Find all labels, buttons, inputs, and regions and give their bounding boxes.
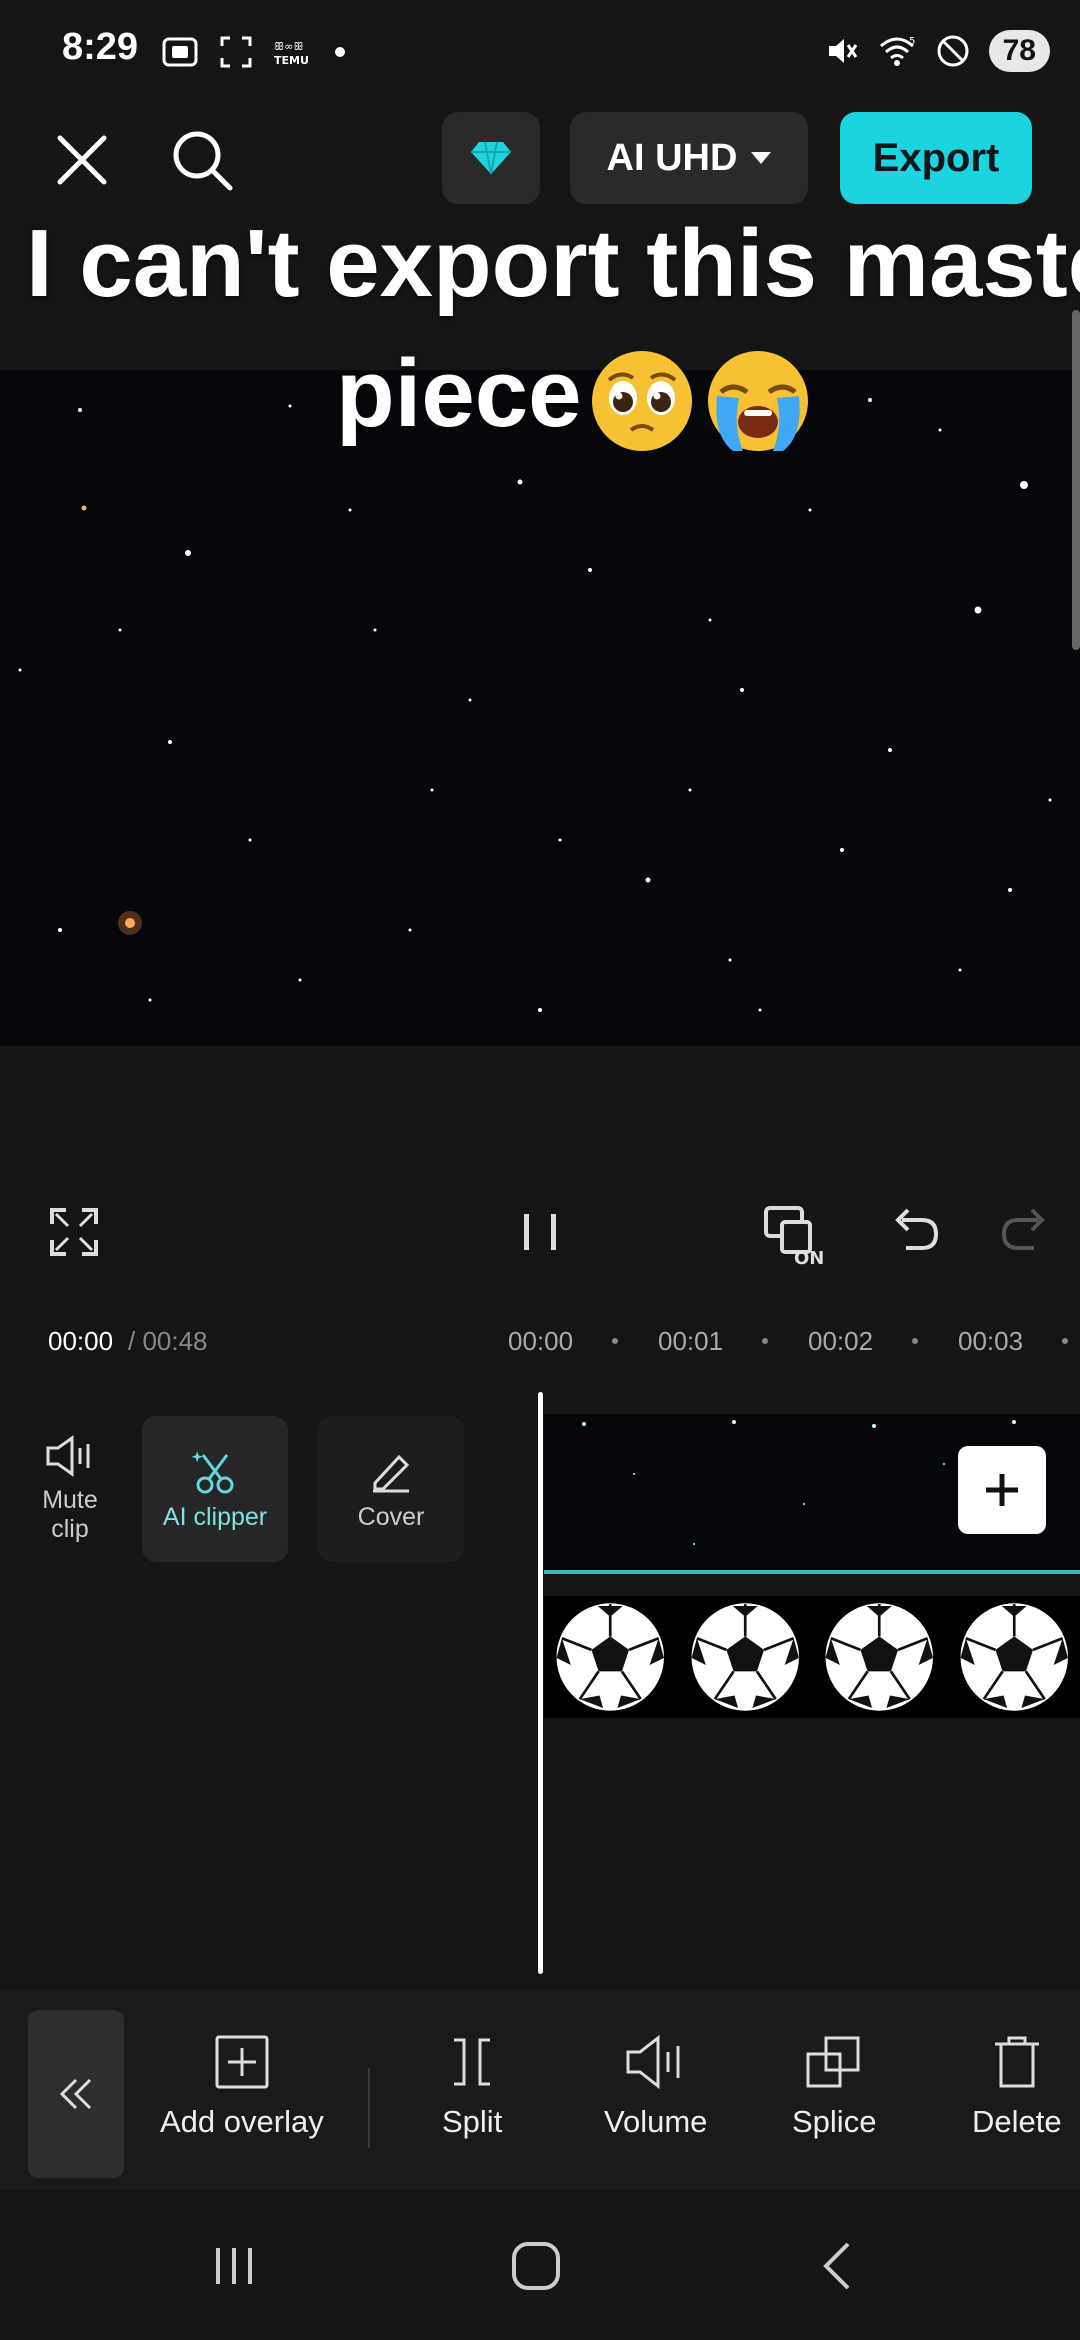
redo-icon [1001,1208,1045,1250]
search-button[interactable] [168,126,236,194]
delete-button[interactable]: Delete [972,2034,1062,2140]
add-overlay-icon [215,2035,269,2089]
caption-line-2: piece [336,326,813,462]
status-right-icons: 5 78 [823,30,1050,72]
mute-icon [828,39,857,63]
system-nav-bar [0,2190,1080,2340]
auto-reframe-button[interactable]: ON [760,1202,834,1269]
split-label: Split [442,2104,503,2139]
pause-icon [524,1214,556,1250]
ruler-tick: 00:03 [958,1326,1024,1356]
splice-label: Splice [792,2104,877,2139]
cover-button[interactable]: Cover [318,1416,464,1562]
total-time: / 00:48 [128,1326,208,1356]
soccer-ball-icon [960,1603,1068,1711]
volume-icon [626,2034,680,2090]
volume-button[interactable]: Volume [604,2034,707,2140]
delete-icon [994,2036,1039,2088]
toolbar-divider [368,2068,370,2148]
plus-icon [986,1474,1018,1506]
split-icon [454,2038,491,2086]
undo-button[interactable] [886,1202,946,1262]
wifi-icon: 5 [879,36,915,66]
cover-label: Cover [357,1502,425,1531]
overlay-clip-track[interactable] [544,1596,1080,1718]
notification-dot-icon [335,47,345,57]
status-time: 8:29 [62,26,139,68]
ai-clipper-label: AI clipper [162,1502,268,1531]
ruler-dot [762,1338,768,1344]
quality-label: AI UHD [606,136,738,179]
do-not-disturb-icon [937,35,969,67]
pause-button[interactable] [510,1202,570,1262]
ruler-dot [612,1338,618,1344]
ruler-tick: 00:01 [658,1326,724,1356]
playback-controls: ON [0,1180,1080,1290]
back-button[interactable] [808,2236,868,2296]
battery-icon: 78 [988,30,1050,72]
temu-notification-icon: ꕥ∞ꕥTEMU [274,40,309,67]
splice-icon [806,2036,860,2088]
home-icon [512,2242,560,2290]
starfield [18,398,1052,1012]
add-clip-button[interactable] [958,1446,1046,1534]
delete-label: Delete [972,2104,1062,2139]
redo-button[interactable] [994,1202,1054,1262]
soccer-ball-icon [825,1603,933,1711]
fullscreen-icon [50,1208,98,1256]
playhead[interactable] [538,1392,543,1974]
mute-clip-button[interactable]: Mute clip [20,1416,120,1562]
collapse-button[interactable] [28,2010,124,2178]
quality-dropdown[interactable]: AI UHD [570,112,808,204]
svg-text:5: 5 [909,36,915,47]
ai-clipper-icon [191,1450,234,1493]
screen-record-icon [162,37,198,67]
recent-apps-icon [216,2248,252,2284]
caption-line-1: I can't export this maste [26,210,1080,317]
ruler-dot [912,1338,918,1344]
ai-clipper-button[interactable]: AI clipper [142,1416,288,1562]
splice-button[interactable]: Splice [792,2034,876,2140]
svg-text:ON: ON [794,1248,824,1266]
video-preview[interactable] [0,370,1080,1046]
undo-icon [895,1208,939,1250]
volume-label: Volume [604,2104,708,2139]
scrollbar[interactable] [1072,310,1080,650]
ruler-tick: 00:00 [508,1326,574,1356]
close-button[interactable] [50,128,114,192]
diamond-icon [471,141,511,175]
close-icon [57,135,107,185]
clip-underline [544,1570,1080,1574]
split-button[interactable]: Split [442,2034,502,2140]
screenshot-icon [220,36,252,68]
screen-on-icon: ON [764,1206,824,1269]
soccer-ball-icon [556,1603,664,1711]
svg-text:TEMU: TEMU [274,54,309,67]
fullscreen-button[interactable] [44,1202,104,1262]
ruler-dot [1062,1338,1068,1344]
bottom-toolbar: Add overlay Split Volume Splice Delete [0,1990,1080,2190]
soccer-ball-icon [691,1603,799,1711]
pleading-face-icon [592,350,693,451]
chevron-down-icon [751,152,772,164]
search-icon [173,131,233,191]
crying-face-icon [708,350,809,451]
home-button[interactable] [506,2236,566,2296]
status-left-icons: ꕥ∞ꕥ TEMU [160,34,346,70]
mute-clip-label: Mute clip [42,1486,98,1543]
edit-pencil-icon [373,1454,410,1492]
double-chevron-left-icon [59,2078,92,2110]
current-time: 00:00 [48,1326,114,1356]
svg-text:ꕥ∞ꕥ: ꕥ∞ꕥ [274,40,304,53]
pro-button[interactable] [442,112,540,204]
back-icon [823,2242,850,2290]
add-overlay-label: Add overlay [160,2104,324,2139]
volume-icon [46,1435,90,1477]
recent-apps-button[interactable] [204,2236,264,2296]
ruler-tick: 00:02 [808,1326,874,1356]
add-overlay-button[interactable]: Add overlay [160,2034,324,2140]
export-button[interactable]: Export [840,112,1032,204]
caption-line-2-text: piece [336,340,582,447]
